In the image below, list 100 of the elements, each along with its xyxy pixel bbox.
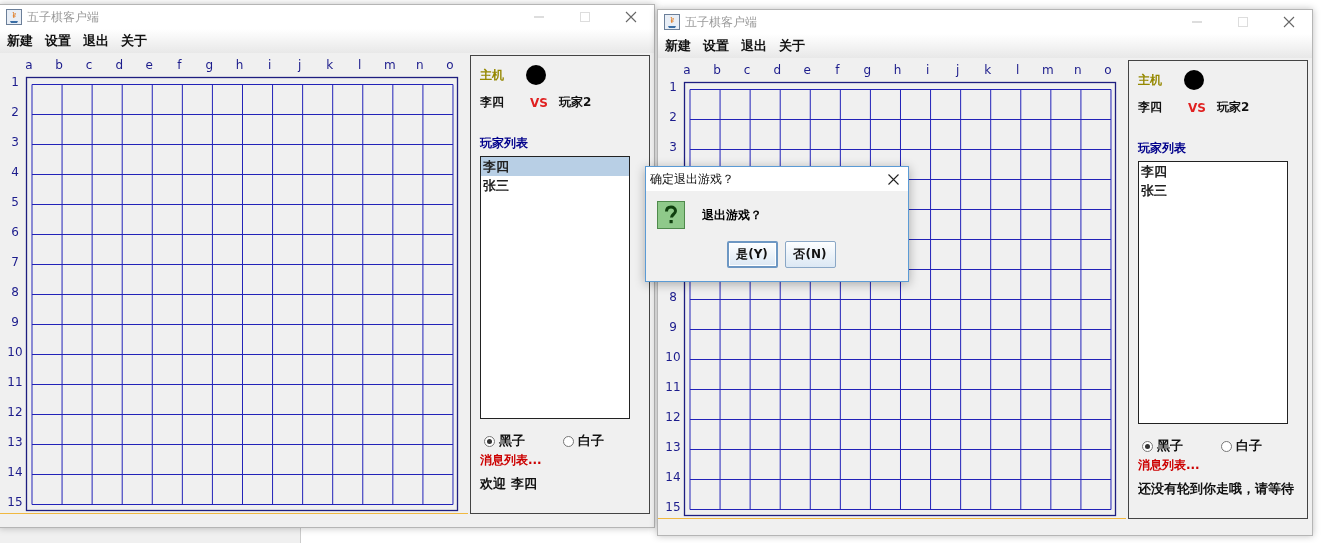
column-label: f bbox=[177, 58, 182, 72]
column-label: a bbox=[25, 58, 33, 72]
player-list-item[interactable]: 张三 bbox=[481, 176, 629, 195]
player-list-item[interactable]: 李四 bbox=[481, 157, 629, 176]
column-label: l bbox=[358, 58, 362, 72]
row-label: 4 bbox=[11, 164, 19, 179]
row-label: 3 bbox=[11, 134, 19, 149]
column-label: c bbox=[743, 63, 751, 77]
versus-label: VS bbox=[530, 95, 548, 110]
column-label: j bbox=[297, 58, 302, 72]
radio-button[interactable] bbox=[1221, 440, 1232, 452]
row-label: 7 bbox=[11, 254, 19, 269]
row-label: 13 bbox=[7, 434, 23, 449]
message-text: 还没有轮到你走哦，请等待 bbox=[1138, 480, 1295, 498]
host-label: 主机 bbox=[480, 66, 504, 84]
row-label: 15 bbox=[7, 494, 23, 509]
column-label: b bbox=[55, 58, 63, 72]
column-label: g bbox=[863, 63, 872, 77]
column-label: j bbox=[955, 63, 960, 77]
column-label: e bbox=[145, 58, 153, 72]
menu-item[interactable]: 设置 bbox=[39, 32, 77, 50]
radio-label: 白子 bbox=[578, 432, 604, 450]
row-label: 8 bbox=[669, 289, 677, 304]
row-label: 10 bbox=[665, 349, 681, 364]
row-label: 8 bbox=[11, 284, 19, 299]
dialog-message: 退出游戏？ bbox=[702, 206, 762, 224]
menu-item[interactable]: 新建 bbox=[1, 32, 39, 50]
row-label: 2 bbox=[11, 104, 19, 119]
message-list-title: 消息列表... bbox=[1138, 457, 1201, 474]
stone-icon bbox=[526, 65, 546, 85]
radio-button[interactable] bbox=[484, 435, 495, 447]
row-label: 5 bbox=[11, 194, 19, 209]
radio-label: 黑子 bbox=[499, 432, 525, 450]
column-label: n bbox=[1074, 63, 1082, 77]
player-list-item[interactable]: 李四 bbox=[1139, 162, 1287, 181]
column-label: o bbox=[446, 58, 454, 72]
maximize-icon bbox=[579, 11, 591, 23]
row-label: 11 bbox=[7, 374, 23, 389]
row-label: 11 bbox=[665, 379, 681, 394]
column-label: d bbox=[773, 63, 781, 77]
column-label: f bbox=[835, 63, 840, 77]
radio-label: 白子 bbox=[1236, 437, 1262, 455]
radio-button[interactable] bbox=[563, 435, 574, 447]
row-label: 6 bbox=[11, 224, 19, 239]
menu-item[interactable]: 退出 bbox=[735, 37, 773, 55]
row-label: 12 bbox=[665, 409, 681, 424]
menu-item[interactable]: 退出 bbox=[77, 32, 115, 50]
column-label: e bbox=[803, 63, 811, 77]
board-grid[interactable] bbox=[25, 76, 459, 512]
menu-item[interactable]: 新建 bbox=[659, 37, 697, 55]
row-label: 12 bbox=[7, 404, 23, 419]
row-label: 10 bbox=[7, 344, 23, 359]
message-text: 欢迎 李四 bbox=[480, 475, 538, 493]
close-icon bbox=[625, 11, 637, 23]
window-title: 五子棋客户端 bbox=[685, 13, 758, 31]
menu-item[interactable]: 关于 bbox=[773, 37, 811, 55]
opponent-name: 玩家2 bbox=[558, 94, 592, 111]
dialog-button[interactable]: 是(Y) bbox=[726, 241, 778, 268]
row-label: 2 bbox=[669, 109, 677, 124]
question-icon bbox=[657, 201, 685, 229]
column-label: i bbox=[267, 58, 272, 72]
player-list-item[interactable]: 张三 bbox=[1139, 181, 1287, 200]
column-label: o bbox=[1104, 63, 1112, 77]
player-list-title: 玩家列表 bbox=[480, 135, 529, 152]
row-label: 9 bbox=[11, 314, 19, 329]
radio-label: 黑子 bbox=[1157, 437, 1183, 455]
dialog-button[interactable]: 否(N) bbox=[784, 241, 836, 268]
column-label: b bbox=[713, 63, 721, 77]
player-list-title: 玩家列表 bbox=[1138, 140, 1187, 157]
opponent-name: 玩家2 bbox=[1216, 99, 1250, 116]
column-label: d bbox=[115, 58, 123, 72]
versus-label: VS bbox=[1188, 100, 1206, 115]
column-label: k bbox=[326, 58, 334, 72]
row-label: 13 bbox=[665, 439, 681, 454]
column-label: h bbox=[893, 63, 902, 77]
row-label: 14 bbox=[7, 464, 23, 479]
row-label: 15 bbox=[665, 499, 681, 514]
row-label: 9 bbox=[669, 319, 677, 334]
close-icon bbox=[1283, 16, 1295, 28]
player-name: 李四 bbox=[480, 94, 504, 111]
column-label: a bbox=[683, 63, 691, 77]
message-list-title: 消息列表... bbox=[480, 452, 543, 469]
player-name: 李四 bbox=[1138, 99, 1162, 116]
window-title: 五子棋客户端 bbox=[27, 8, 100, 26]
row-label: 3 bbox=[669, 139, 677, 154]
stone-icon bbox=[1184, 70, 1204, 90]
menu-item[interactable]: 设置 bbox=[697, 37, 735, 55]
column-label: l bbox=[1016, 63, 1020, 77]
radio-button[interactable] bbox=[1142, 440, 1153, 452]
column-label: g bbox=[205, 58, 214, 72]
row-label: 1 bbox=[11, 74, 19, 89]
column-label: m bbox=[1042, 63, 1054, 77]
app-icon bbox=[664, 14, 680, 30]
column-label: m bbox=[384, 58, 396, 72]
column-label: i bbox=[925, 63, 930, 77]
dialog-title: 确定退出游戏？ bbox=[650, 170, 735, 188]
column-label: c bbox=[85, 58, 93, 72]
row-label: 14 bbox=[665, 469, 681, 484]
menu-item[interactable]: 关于 bbox=[115, 32, 153, 50]
column-label: h bbox=[235, 58, 244, 72]
